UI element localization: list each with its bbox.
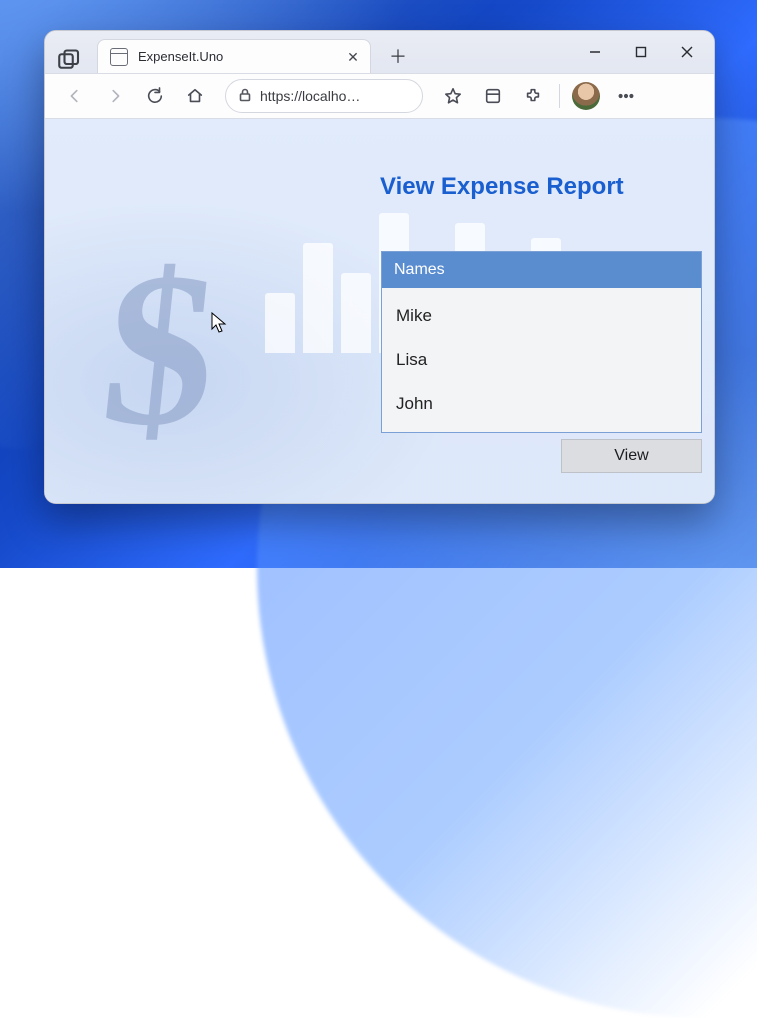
browser-tab[interactable]: ExpenseIt.Uno ✕ [97,39,371,73]
extensions-button[interactable] [515,78,551,114]
names-list: Mike Lisa John [382,288,701,432]
toolbar-separator [559,84,560,108]
page-title: View Expense Report [380,173,624,201]
more-menu-button[interactable] [608,78,644,114]
new-tab-button[interactable]: ＋ [381,39,415,73]
names-list-item[interactable]: John [382,382,701,426]
names-panel: Names Mike Lisa John [381,251,702,433]
browser-toolbar: https://localho… [45,73,714,119]
nav-forward-button[interactable] [97,78,133,114]
tab-actions-icon[interactable] [57,49,81,73]
address-bar[interactable]: https://localho… [225,79,423,113]
collections-button[interactable] [475,78,511,114]
window-maximize-button[interactable] [618,31,664,73]
nav-back-button[interactable] [57,78,93,114]
address-bar-url: https://localho… [260,88,410,104]
window-minimize-button[interactable] [572,31,618,73]
names-list-item[interactable]: Lisa [382,338,701,382]
browser-window: ExpenseIt.Uno ✕ ＋ https://localho… [44,30,715,504]
nav-refresh-button[interactable] [137,78,173,114]
nav-home-button[interactable] [177,78,213,114]
favorites-button[interactable] [435,78,471,114]
page-viewport: $ View Expense Report Names Mike Lisa Jo… [45,119,714,503]
view-button[interactable]: View [561,439,702,473]
window-close-button[interactable] [664,31,710,73]
window-controls [572,31,710,73]
names-panel-header: Names [382,252,701,288]
profile-avatar[interactable] [572,82,600,110]
tab-close-button[interactable]: ✕ [344,48,362,66]
lock-icon [238,88,252,105]
names-list-item[interactable]: Mike [382,294,701,338]
tab-favicon [110,48,128,66]
browser-titlebar: ExpenseIt.Uno ✕ ＋ [45,31,714,73]
tab-title: ExpenseIt.Uno [138,49,223,64]
